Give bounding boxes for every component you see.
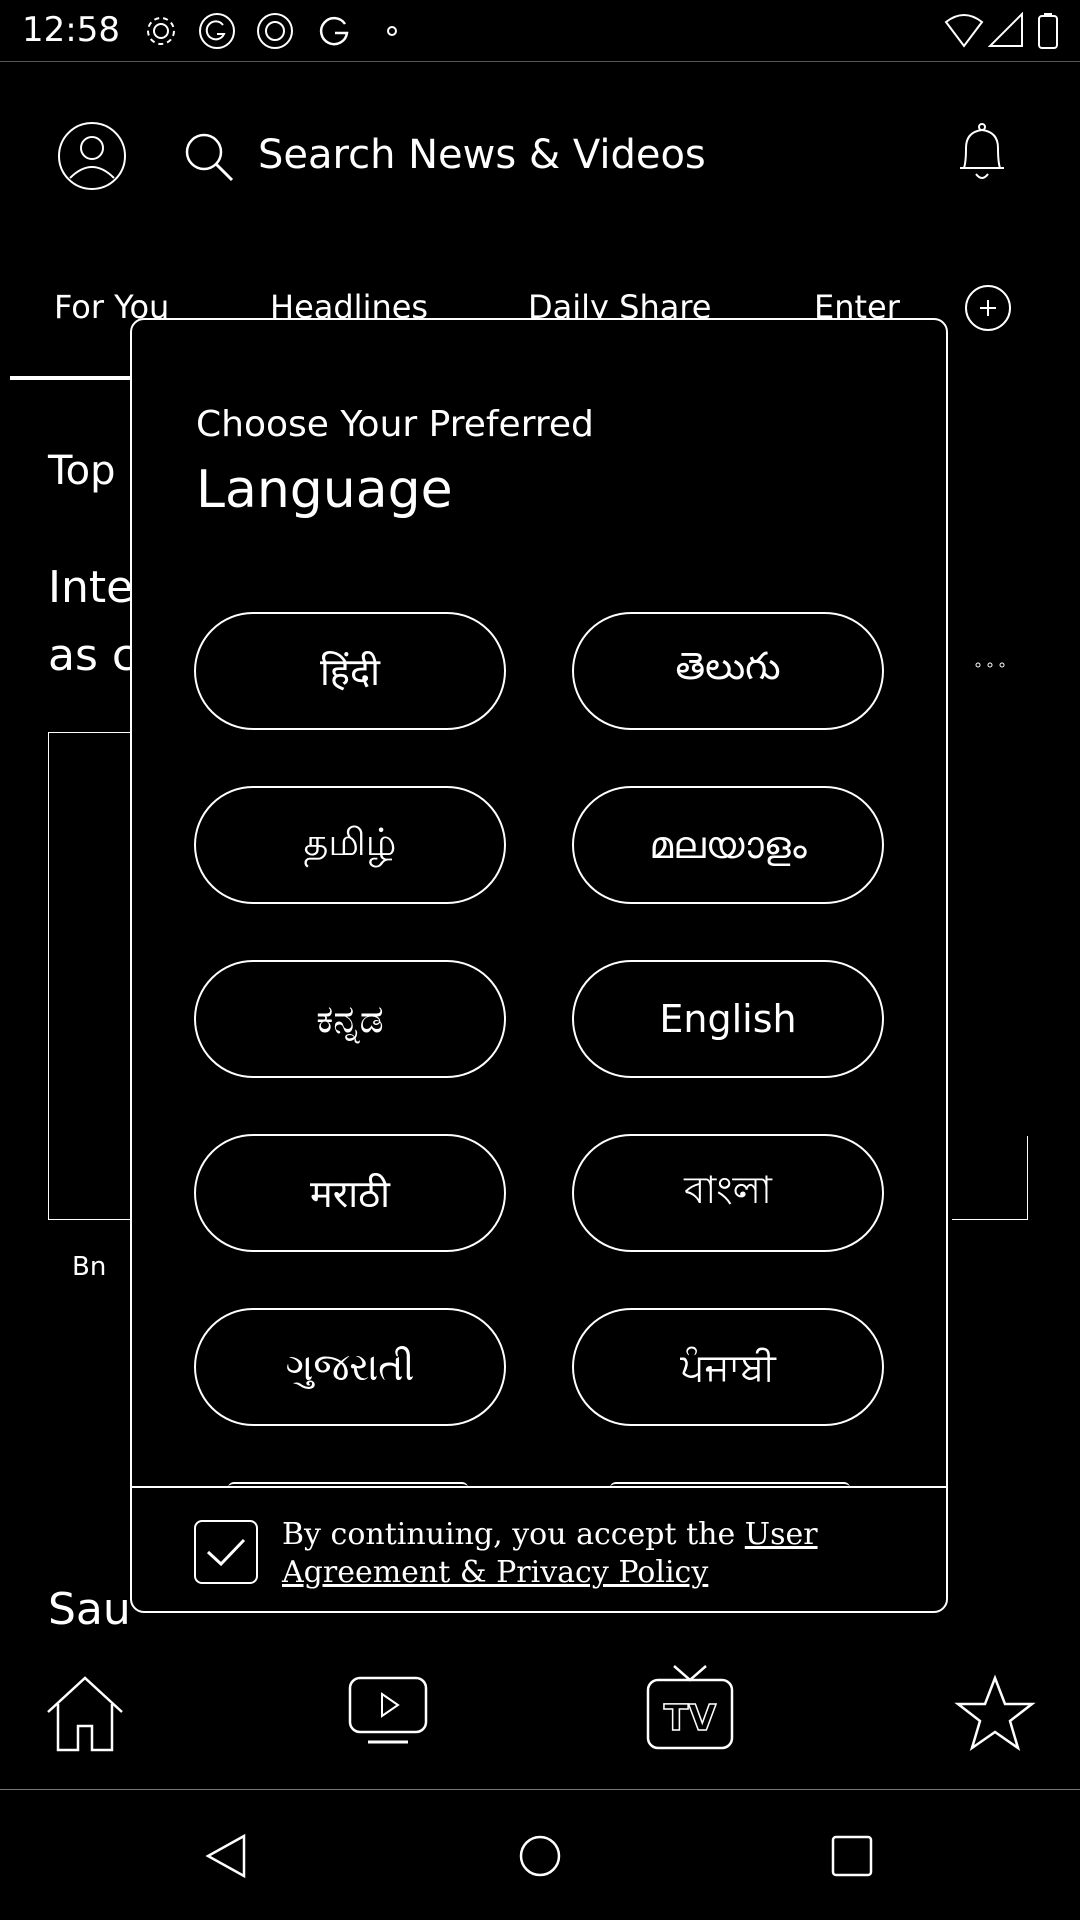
back-icon[interactable] [204, 1832, 248, 1880]
signal-icon [988, 12, 1026, 50]
wifi-icon [944, 12, 984, 50]
home-circle-icon[interactable] [518, 1834, 562, 1878]
status-bar: 12:58 [0, 0, 1080, 62]
home-icon[interactable] [42, 1674, 128, 1754]
consent-checkbox[interactable] [194, 1520, 258, 1584]
feed-bottom-headline[interactable]: Sau [48, 1584, 131, 1635]
search-icon[interactable] [182, 130, 238, 186]
feed-source-label: Bn [72, 1252, 107, 1282]
checkmark-icon [206, 1538, 246, 1567]
dialog-divider [132, 1486, 946, 1488]
search-input[interactable]: Search News & Videos [258, 132, 706, 178]
feed-headline-line1[interactable]: Inte [48, 562, 133, 613]
language-button-telugu[interactable]: తెలుగు [572, 612, 884, 730]
feed-card-image[interactable] [48, 732, 132, 1220]
system-navigation [0, 1790, 1080, 1920]
dot-icon [380, 12, 418, 50]
dialog-title-line2: Language [196, 460, 453, 520]
language-button-malayalam[interactable]: മലയാളം [572, 786, 884, 904]
section-label: Top [48, 448, 116, 494]
g-circle-icon [198, 12, 236, 50]
language-button-gujarati[interactable]: ગુજરાતી [194, 1308, 506, 1426]
more-options-icon[interactable] [972, 650, 1008, 680]
feed-headline-line2[interactable]: as c [48, 630, 136, 681]
add-tab-icon[interactable] [964, 284, 1012, 332]
dialog-title-line1: Choose Your Preferred [196, 404, 594, 445]
loop-icon [256, 12, 294, 50]
feed-card-edge [952, 1136, 1028, 1220]
battery-icon [1036, 12, 1074, 50]
consent-prefix: By continuing, you accept the [282, 1517, 745, 1552]
recents-icon[interactable] [830, 1834, 874, 1878]
status-time: 12:58 [22, 10, 120, 50]
language-dialog: Choose Your Preferred Language हिंदी తెల… [130, 318, 948, 1613]
star-icon[interactable] [954, 1674, 1036, 1754]
gear-icon [142, 12, 180, 50]
google-icon [316, 12, 354, 50]
language-button-hindi[interactable]: हिंदी [194, 612, 506, 730]
tv-icon[interactable]: TV [644, 1662, 736, 1754]
bell-icon[interactable] [956, 120, 1008, 186]
profile-icon[interactable] [56, 120, 128, 192]
language-button-tamil[interactable]: தமிழ் [194, 786, 506, 904]
language-button-kannada[interactable]: ಕನ್ನಡ [194, 960, 506, 1078]
consent-text: By continuing, you accept the User Agree… [282, 1516, 882, 1592]
svg-text:TV: TV [664, 1698, 717, 1739]
language-button-bengali[interactable]: বাংলা [572, 1134, 884, 1252]
bottom-navigation: TV [0, 1640, 1080, 1790]
language-button-punjabi[interactable]: ਪੰਜਾਬੀ [572, 1308, 884, 1426]
video-icon[interactable] [346, 1672, 430, 1752]
language-button-english[interactable]: English [572, 960, 884, 1078]
language-button-marathi[interactable]: मराठी [194, 1134, 506, 1252]
